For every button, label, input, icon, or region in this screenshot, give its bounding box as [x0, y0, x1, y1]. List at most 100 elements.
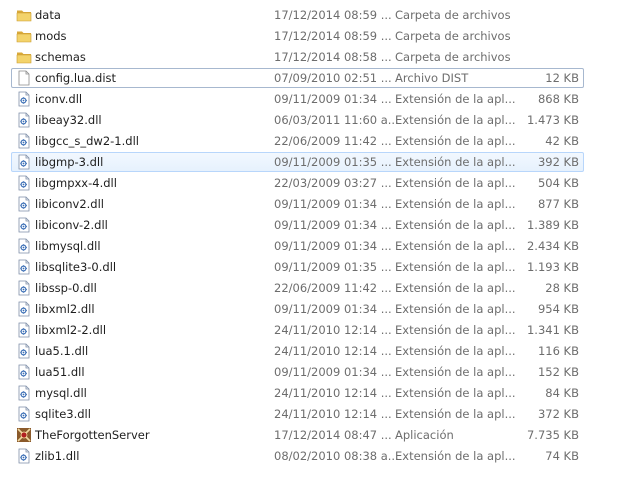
dll-icon [18, 175, 30, 191]
file-type: Extensión de la apl... [395, 365, 516, 379]
file-type: Extensión de la apl... [395, 302, 516, 316]
file-size: 392 KB [537, 155, 579, 169]
file-name: mods [35, 29, 67, 43]
file-row[interactable]: mysql.dll 24/11/2010 12:14 ... Extensión… [11, 383, 584, 403]
file-type: Extensión de la apl... [395, 113, 516, 127]
file-size: 877 KB [537, 197, 579, 211]
file-date-modified: 17/12/2014 08:47 ... [274, 428, 392, 442]
file-date-modified: 09/11/2009 01:35 ... [274, 260, 392, 274]
file-name: mysql.dll [35, 386, 87, 400]
file-row[interactable]: libssp-0.dll 22/06/2009 11:42 ... Extens… [11, 278, 584, 298]
file-name: data [35, 8, 61, 22]
file-row[interactable]: config.lua.dist 07/09/2010 02:51 ... Arc… [11, 68, 584, 88]
file-row[interactable]: sqlite3.dll 24/11/2010 12:14 ... Extensi… [11, 404, 584, 424]
folder-icon [16, 10, 32, 22]
file-size: 1.193 KB [526, 260, 579, 274]
file-size: 504 KB [537, 176, 579, 190]
file-type: Extensión de la apl... [395, 281, 516, 295]
file-type: Carpeta de archivos [395, 8, 511, 22]
file-date-modified: 24/11/2010 12:14 ... [274, 386, 392, 400]
dll-icon [18, 112, 30, 128]
file-date-modified: 17/12/2014 08:58 ... [274, 50, 392, 64]
dll-icon [18, 280, 30, 296]
file-date-modified: 24/11/2010 12:14 ... [274, 344, 392, 358]
file-size: 1.389 KB [526, 218, 579, 232]
file-date-modified: 09/11/2009 01:34 ... [274, 92, 392, 106]
file-type: Extensión de la apl... [395, 323, 516, 337]
dll-icon [18, 154, 30, 170]
file-date-modified: 09/11/2009 01:34 ... [274, 239, 392, 253]
file-date-modified: 24/11/2010 12:14 ... [274, 407, 392, 421]
file-size: 2.434 KB [526, 239, 579, 253]
file-type: Extensión de la apl... [395, 92, 516, 106]
file-size: 42 KB [545, 134, 579, 148]
file-row[interactable]: mods 17/12/2014 08:59 ... Carpeta de arc… [11, 26, 584, 46]
file-date-modified: 22/06/2009 11:42 ... [274, 281, 392, 295]
file-size: 116 KB [537, 344, 579, 358]
file-date-modified: 22/03/2009 03:27 ... [274, 176, 392, 190]
file-size: 12 KB [545, 71, 579, 85]
file-name: libgmpxx-4.dll [35, 176, 117, 190]
dll-icon [18, 448, 30, 464]
file-row[interactable]: libxml2-2.dll 24/11/2010 12:14 ... Exten… [11, 320, 584, 340]
file-date-modified: 22/06/2009 11:42 ... [274, 134, 392, 148]
file-size: 868 KB [537, 92, 579, 106]
file-type: Extensión de la apl... [395, 134, 516, 148]
dll-icon [18, 364, 30, 380]
file-name: config.lua.dist [35, 71, 117, 85]
file-type: Extensión de la apl... [395, 218, 516, 232]
file-row[interactable]: libmysql.dll 09/11/2009 01:34 ... Extens… [11, 236, 584, 256]
file-row[interactable]: libiconv2.dll 09/11/2009 01:34 ... Exten… [11, 194, 584, 214]
file-name: libssp-0.dll [35, 281, 97, 295]
file-row[interactable]: data 17/12/2014 08:59 ... Carpeta de arc… [11, 5, 584, 25]
file-name: libsqlite3-0.dll [35, 260, 117, 274]
file-name: libiconv2.dll [35, 197, 104, 211]
file-name: libgmp-3.dll [35, 155, 104, 169]
file-row[interactable]: libgmpxx-4.dll 22/03/2009 03:27 ... Exte… [11, 173, 584, 193]
dll-icon [18, 301, 30, 317]
app-icon [17, 428, 31, 442]
file-row[interactable]: libgmp-3.dll 09/11/2009 01:35 ... Extens… [11, 152, 584, 172]
dll-icon [18, 385, 30, 401]
dll-icon [18, 322, 30, 338]
file-type: Extensión de la apl... [395, 260, 516, 274]
file-date-modified: 07/09/2010 02:51 ... [274, 71, 392, 85]
file-type: Extensión de la apl... [395, 197, 516, 211]
file-row[interactable]: iconv.dll 09/11/2009 01:34 ... Extensión… [11, 89, 584, 109]
file-row[interactable]: libeay32.dll 06/03/2011 11:60 a... Exten… [11, 110, 584, 130]
file-type: Aplicación [395, 428, 454, 442]
folder-icon [16, 52, 32, 64]
dll-icon [18, 238, 30, 254]
file-row[interactable]: schemas 17/12/2014 08:58 ... Carpeta de … [11, 47, 584, 67]
file-icon [18, 70, 30, 86]
folder-icon [16, 31, 32, 43]
file-date-modified: 09/11/2009 01:34 ... [274, 218, 392, 232]
file-row[interactable]: libsqlite3-0.dll 09/11/2009 01:35 ... Ex… [11, 257, 584, 277]
file-row[interactable]: libiconv-2.dll 09/11/2009 01:34 ... Exte… [11, 215, 584, 235]
file-name: libiconv-2.dll [35, 218, 108, 232]
file-name: TheForgottenServer [35, 428, 150, 442]
file-size: 84 KB [545, 386, 579, 400]
file-name: libxml2-2.dll [35, 323, 107, 337]
file-row[interactable]: lua5.1.dll 24/11/2010 12:14 ... Extensió… [11, 341, 584, 361]
file-name: sqlite3.dll [35, 407, 91, 421]
file-type: Carpeta de archivos [395, 50, 511, 64]
file-size: 1.473 KB [526, 113, 579, 127]
file-date-modified: 24/11/2010 12:14 ... [274, 323, 392, 337]
file-date-modified: 09/11/2009 01:34 ... [274, 197, 392, 211]
file-row[interactable]: lua51.dll 09/11/2009 01:34 ... Extensión… [11, 362, 584, 382]
dll-icon [18, 259, 30, 275]
file-type: Extensión de la apl... [395, 449, 516, 463]
file-date-modified: 08/02/2010 08:38 a... [274, 449, 399, 463]
file-name: zlib1.dll [35, 449, 80, 463]
file-row[interactable]: TheForgottenServer 17/12/2014 08:47 ... … [11, 425, 584, 445]
file-type: Extensión de la apl... [395, 386, 516, 400]
dll-icon [18, 133, 30, 149]
file-date-modified: 09/11/2009 01:34 ... [274, 365, 392, 379]
file-name: libxml2.dll [35, 302, 95, 316]
file-row[interactable]: zlib1.dll 08/02/2010 08:38 a... Extensió… [11, 446, 584, 466]
file-row[interactable]: libgcc_s_dw2-1.dll 22/06/2009 11:42 ... … [11, 131, 584, 151]
file-size: 74 KB [545, 449, 579, 463]
file-row[interactable]: libxml2.dll 09/11/2009 01:34 ... Extensi… [11, 299, 584, 319]
file-type: Extensión de la apl... [395, 155, 516, 169]
